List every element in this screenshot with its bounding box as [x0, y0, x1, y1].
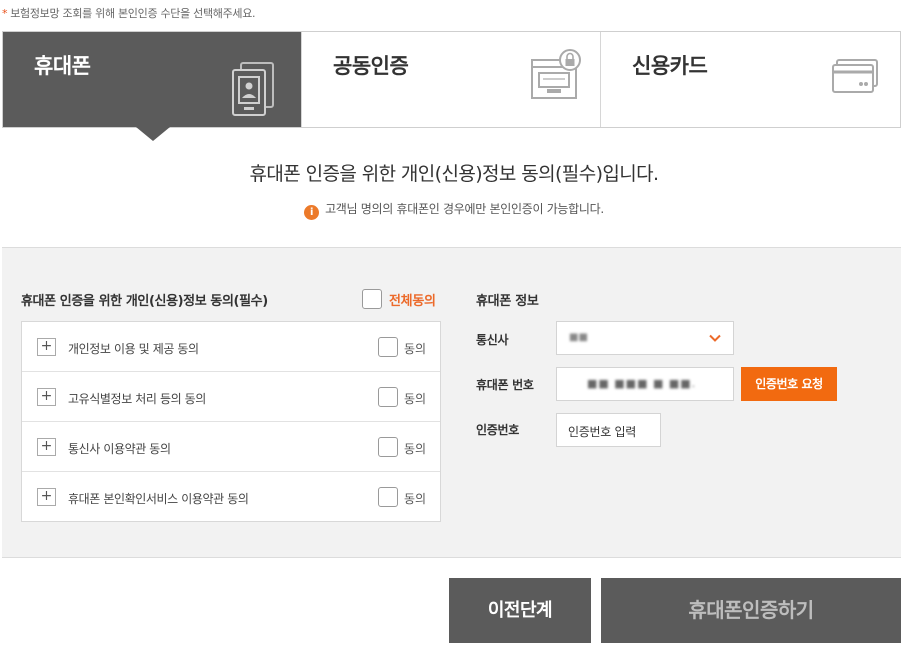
phone-info-title: 휴대폰 정보: [476, 294, 539, 309]
expand-icon[interactable]: +: [37, 488, 56, 506]
carrier-value: ■■: [569, 332, 588, 343]
expand-icon[interactable]: +: [37, 438, 56, 456]
request-code-button[interactable]: 인증번호 요청: [741, 367, 837, 401]
agree-all-box[interactable]: [362, 289, 382, 309]
mobile-phone-icon: [232, 62, 274, 116]
tab-certificate-label: 공동인증: [333, 54, 409, 78]
term-agree-label: 동의: [404, 392, 427, 406]
term-agree-label: 동의: [404, 342, 427, 356]
auth-method-tabs: 휴대폰 공동인증 신용카드: [2, 31, 901, 128]
term-label: 고유식별정보 처리 등의 동의: [68, 392, 206, 406]
credit-card-icon: [832, 59, 878, 93]
term-label: 통신사 이용약관 동의: [68, 442, 171, 456]
notice-message: 보험정보망 조회를 위해 본인인증 수단을 선택해주세요.: [10, 7, 256, 20]
agree-all-checkbox[interactable]: 전체동의: [362, 289, 436, 309]
term-label: 개인정보 이용 및 제공 동의: [68, 342, 199, 356]
active-tab-arrow: [136, 127, 170, 141]
term-checkbox[interactable]: [378, 437, 398, 457]
carrier-label: 통신사: [476, 333, 509, 347]
notice-text: * 보험정보망 조회를 위해 본인인증 수단을 선택해주세요.: [2, 5, 256, 21]
terms-list: + 개인정보 이용 및 제공 동의 동의 + 고유식별정보 처리 등의 동의 동…: [21, 321, 441, 522]
certificate-lock-icon: [531, 49, 581, 99]
chevron-down-icon: [709, 334, 721, 342]
tab-mobile[interactable]: 휴대폰: [3, 32, 302, 127]
eligibility-note: i 고객님 명의의 휴대폰인 경우에만 본인인증이 가능합니다.: [0, 200, 908, 220]
required-star: *: [2, 7, 8, 20]
eligibility-note-text: 고객님 명의의 휴대폰인 경우에만 본인인증이 가능합니다.: [325, 202, 604, 216]
tab-credit-card-label: 신용카드: [632, 54, 708, 78]
term-item: + 통신사 이용약관 동의 동의: [22, 422, 440, 472]
tab-mobile-label: 휴대폰: [34, 54, 91, 78]
verify-phone-button[interactable]: 휴대폰인증하기: [601, 578, 901, 643]
term-agree-label: 동의: [404, 492, 427, 506]
agreement-title: 휴대폰 인증을 위한 개인(신용)정보 동의(필수): [21, 294, 268, 309]
expand-icon[interactable]: +: [37, 338, 56, 356]
term-agree-label: 동의: [404, 442, 427, 456]
expand-icon[interactable]: +: [37, 388, 56, 406]
carrier-select[interactable]: ■■: [556, 321, 734, 355]
code-label: 인증번호: [476, 423, 519, 437]
term-checkbox[interactable]: [378, 337, 398, 357]
phone-number-label: 휴대폰 번호: [476, 378, 534, 392]
info-icon: i: [304, 205, 320, 220]
page-heading: 휴대폰 인증을 위한 개인(신용)정보 동의(필수)입니다.: [249, 163, 660, 185]
code-input[interactable]: 인증번호 입력: [556, 413, 661, 447]
term-checkbox[interactable]: [378, 387, 398, 407]
tab-certificate[interactable]: 공동인증: [302, 32, 601, 127]
term-item: + 휴대폰 본인확인서비스 이용약관 동의 동의: [22, 472, 440, 522]
term-label: 휴대폰 본인확인서비스 이용약관 동의: [68, 492, 249, 506]
term-item: + 고유식별정보 처리 등의 동의 동의: [22, 372, 440, 422]
tab-credit-card[interactable]: 신용카드: [601, 32, 900, 127]
term-item: + 개인정보 이용 및 제공 동의 동의: [22, 322, 440, 372]
phone-number-input[interactable]: ■■ ■■■ ■ ■■.: [556, 367, 734, 401]
previous-step-button[interactable]: 이전단계: [449, 578, 591, 643]
term-checkbox[interactable]: [378, 487, 398, 507]
phone-number-value: ■■ ■■■ ■ ■■.: [587, 377, 697, 390]
agree-all-label: 전체동의: [389, 293, 436, 309]
